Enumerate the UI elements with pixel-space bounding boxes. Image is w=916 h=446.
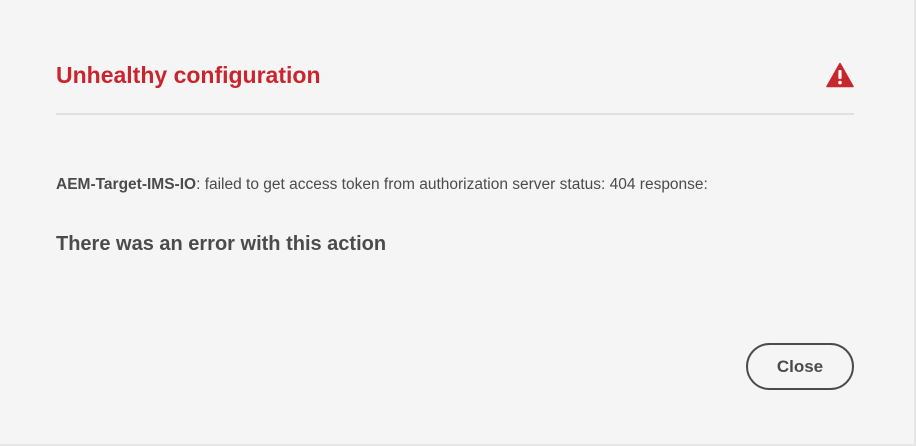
dialog-header: Unhealthy configuration [56, 60, 854, 98]
unhealthy-configuration-dialog: Unhealthy configuration AEM-Target-IMS-I… [0, 0, 916, 446]
alert-triangle-icon [826, 62, 854, 88]
dialog-title: Unhealthy configuration [56, 62, 321, 88]
error-heading: There was an error with this action [56, 233, 387, 255]
header-divider [56, 113, 854, 115]
close-button[interactable]: Close [746, 343, 854, 390]
error-source: AEM-Target-IMS-IO [56, 176, 197, 193]
error-message-text: : failed to get access token from author… [196, 176, 708, 193]
error-message: AEM-Target-IMS-IO: failed to get access … [56, 176, 866, 194]
